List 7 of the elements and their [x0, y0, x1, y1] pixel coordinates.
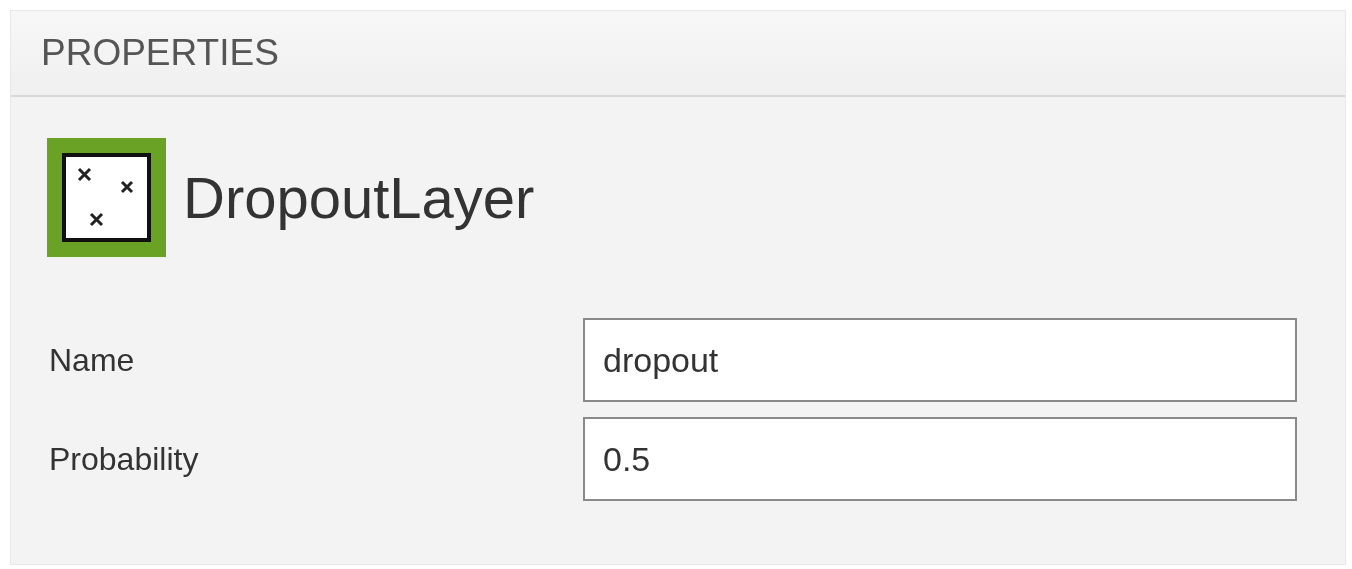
field-label: Name [48, 341, 136, 379]
dropout-layer-icon [47, 138, 166, 257]
field-label: Probability [48, 440, 200, 478]
panel-title: PROPERTIES [41, 32, 279, 74]
layer-name: DropoutLayer [183, 164, 535, 231]
input-field[interactable]: dropout [583, 318, 1297, 402]
input-field[interactable]: 0.5 [583, 417, 1297, 501]
